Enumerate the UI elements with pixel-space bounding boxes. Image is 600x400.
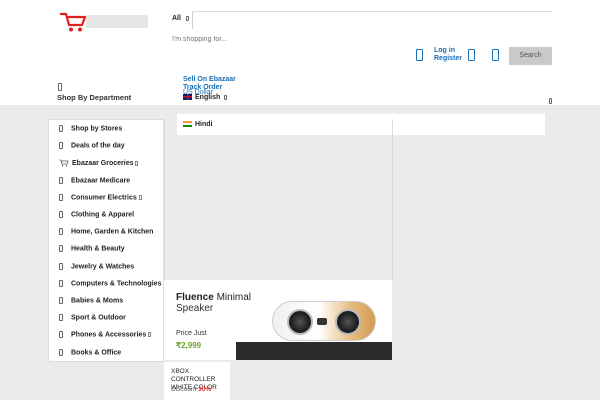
sidebar-item-label: Babies & Moms bbox=[71, 297, 124, 305]
book-icon bbox=[59, 349, 63, 356]
store-icon bbox=[59, 125, 63, 132]
sidebar-item-phones[interactable]: Phones & Accessories bbox=[59, 331, 152, 339]
logo-wordmark bbox=[86, 15, 148, 28]
chevron-right-icon bbox=[138, 195, 142, 200]
phone-icon bbox=[59, 331, 63, 338]
sidebar-item-babies[interactable]: Babies & Moms bbox=[59, 297, 123, 304]
baby-icon bbox=[59, 297, 63, 304]
speaker-stand bbox=[236, 342, 392, 360]
account-links: Log in Register bbox=[434, 47, 462, 63]
chevron-right-icon bbox=[135, 160, 139, 166]
clothing-icon bbox=[59, 211, 63, 218]
sell-link[interactable]: Sell On Ebazaar bbox=[183, 76, 236, 84]
sidebar-item-label: Health & Beauty bbox=[71, 245, 125, 253]
sidebar-item-label: Clothing & Apparel bbox=[71, 211, 135, 219]
shop-by-department[interactable]: Shop By Department bbox=[57, 93, 131, 102]
nav-toggle-icon[interactable] bbox=[549, 98, 552, 105]
speaker-knob bbox=[317, 318, 327, 325]
uk-flag-icon bbox=[183, 94, 192, 101]
cart-link[interactable] bbox=[492, 49, 499, 61]
grocery-cart-icon bbox=[59, 159, 69, 167]
sidebar-item-books[interactable]: Books & Office bbox=[59, 349, 121, 356]
login-link[interactable]: Log in bbox=[434, 47, 462, 55]
sidebar-item-label: Sport & Outdoor bbox=[71, 314, 126, 322]
sidebar-item-clothing[interactable]: Clothing & Apparel bbox=[59, 211, 134, 218]
compare-link[interactable] bbox=[416, 49, 423, 61]
chevron-down-icon bbox=[185, 15, 189, 21]
sidebar-item-label: Books & Office bbox=[71, 349, 122, 357]
promo-subtitle: Speaker bbox=[176, 303, 214, 314]
sidebar-item-jewelry[interactable]: Jewelry & Watches bbox=[59, 263, 134, 270]
sidebar-item-groceries[interactable]: Ebazaar Groceries bbox=[59, 159, 139, 167]
sidebar-item-home-garden[interactable]: Home, Garden & Kitchen bbox=[59, 228, 153, 235]
chevron-right-icon bbox=[148, 332, 152, 337]
chevron-down-icon bbox=[224, 94, 228, 100]
category-sidebar: Shop by Stores Deals of the day Ebazaar … bbox=[48, 119, 167, 362]
sidebar-item-deals[interactable]: Deals of the day bbox=[59, 142, 125, 149]
speaker-woofer-left bbox=[287, 309, 313, 335]
language-selected-label: English bbox=[195, 94, 221, 101]
deal-icon bbox=[59, 142, 63, 149]
menu-icon[interactable] bbox=[58, 83, 62, 91]
sidebar-item-sport[interactable]: Sport & Outdoor bbox=[59, 314, 126, 321]
sidebar-item-shop-by-stores[interactable]: Shop by Stores bbox=[59, 125, 122, 132]
speaker-image bbox=[272, 301, 376, 341]
search-input[interactable] bbox=[166, 32, 366, 46]
jewelry-icon bbox=[59, 263, 63, 270]
health-icon bbox=[59, 245, 63, 252]
sidebar-item-label: Phones & Accessories bbox=[71, 331, 147, 339]
home-icon bbox=[59, 228, 63, 235]
sidebar-item-computers[interactable]: Computers & Technologies bbox=[59, 280, 167, 287]
search-divider bbox=[192, 11, 193, 29]
speaker-woofer-right bbox=[335, 309, 361, 335]
promo-price-label: Price Just bbox=[176, 330, 207, 337]
sidebar-item-label: Home, Garden & Kitchen bbox=[71, 228, 154, 236]
promo-card-xbox[interactable]: XBOX CONTROLLER WHITE COLOR Discount 30% bbox=[164, 362, 230, 400]
sidebar-item-medicare[interactable]: Ebazaar Medicare bbox=[59, 177, 130, 184]
sidebar-item-label: Shop by Stores bbox=[71, 125, 123, 133]
sidebar-item-consumer-electrics[interactable]: Consumer Electrics bbox=[59, 194, 142, 201]
medicare-icon bbox=[59, 177, 63, 184]
promo-title: Fluence Minimal bbox=[176, 292, 252, 303]
cart-icon bbox=[492, 49, 499, 61]
main-banner-slot bbox=[164, 119, 393, 280]
promo-banner-speaker[interactable]: Fluence Minimal Speaker Price Just ₹2,99… bbox=[164, 280, 392, 360]
computer-icon bbox=[59, 280, 63, 287]
sidebar-item-label: Computers & Technologies bbox=[71, 280, 162, 288]
language-switcher[interactable]: English bbox=[183, 94, 228, 101]
search-category-select[interactable]: All bbox=[172, 15, 189, 22]
sidebar-item-label: Deals of the day bbox=[71, 142, 125, 150]
xbox-discount: Discount 30% bbox=[171, 386, 212, 393]
sidebar-item-label: Consumer Electrics bbox=[71, 194, 137, 202]
sidebar-item-health-beauty[interactable]: Health & Beauty bbox=[59, 245, 125, 252]
register-link[interactable]: Register bbox=[434, 55, 462, 63]
heart-icon bbox=[468, 49, 475, 61]
sidebar-item-label: Jewelry & Watches bbox=[71, 263, 135, 271]
search-category-label: All bbox=[172, 15, 181, 22]
promo-price: ₹2,999 bbox=[176, 341, 202, 350]
search-button[interactable]: Search bbox=[509, 47, 552, 65]
search-field-border bbox=[192, 11, 552, 12]
discount-value: 30% bbox=[198, 386, 212, 393]
sidebar-item-label: Ebazaar Medicare bbox=[71, 177, 131, 185]
sport-icon bbox=[59, 314, 63, 321]
wishlist-link[interactable] bbox=[468, 49, 475, 61]
user-icon bbox=[416, 49, 423, 61]
sidebar-item-label: Ebazaar Groceries bbox=[72, 159, 134, 167]
electronics-icon bbox=[59, 194, 63, 201]
